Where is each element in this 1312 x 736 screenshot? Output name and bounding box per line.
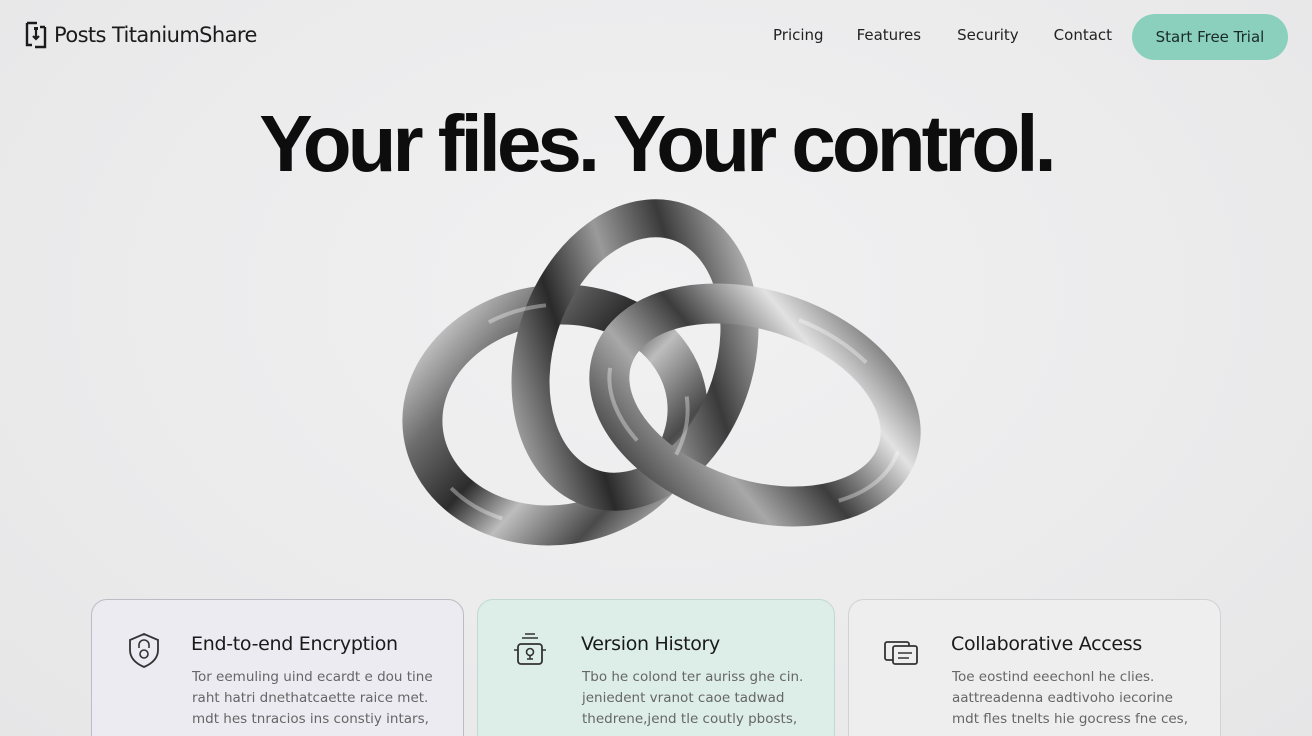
nav-link-security[interactable]: Security	[957, 26, 1019, 44]
shield-lock-icon	[129, 633, 159, 668]
card-body: Tbo he colond ter auriss ghe cin. jenied…	[582, 669, 804, 727]
feature-card-collaborative-access: Collaborative Access Toe eostind eeechon…	[848, 599, 1221, 736]
start-free-trial-button[interactable]: Start Free Trial	[1132, 14, 1288, 60]
card-body: Toe eostind eeechonl he clies. aattreade…	[952, 669, 1188, 727]
card-title: Collaborative Access	[951, 633, 1142, 655]
bracket-logo-icon	[25, 21, 47, 49]
history-lock-icon	[514, 633, 546, 665]
top-nav: Posts TitaniumShare Pricing Features Sec…	[0, 0, 1312, 74]
interlocked-rings-image	[402, 199, 921, 546]
brand-name: Posts TitaniumShare	[54, 23, 257, 47]
shared-documents-icon	[884, 641, 918, 665]
ring-middle	[511, 199, 759, 511]
card-title: End-to-end Encryption	[191, 633, 398, 655]
brand-home-link[interactable]: Posts TitaniumShare	[24, 21, 257, 49]
nav-link-contact[interactable]: Contact	[1054, 26, 1112, 44]
nav-link-features[interactable]: Features	[857, 26, 922, 44]
nav-links: Pricing Features Security Contact	[773, 26, 1112, 44]
card-body: Tor eemuling uind ecardt e dou tine raht…	[192, 669, 433, 727]
feature-card-encryption: End-to-end Encryption Tor eemuling uind …	[91, 599, 464, 736]
feature-card-version-history: Version History Tbo he colond ter auriss…	[477, 599, 835, 736]
card-title: Version History	[581, 633, 721, 655]
nav-link-pricing[interactable]: Pricing	[773, 26, 824, 44]
hero-headline: Your files. Your control.	[259, 99, 1056, 188]
